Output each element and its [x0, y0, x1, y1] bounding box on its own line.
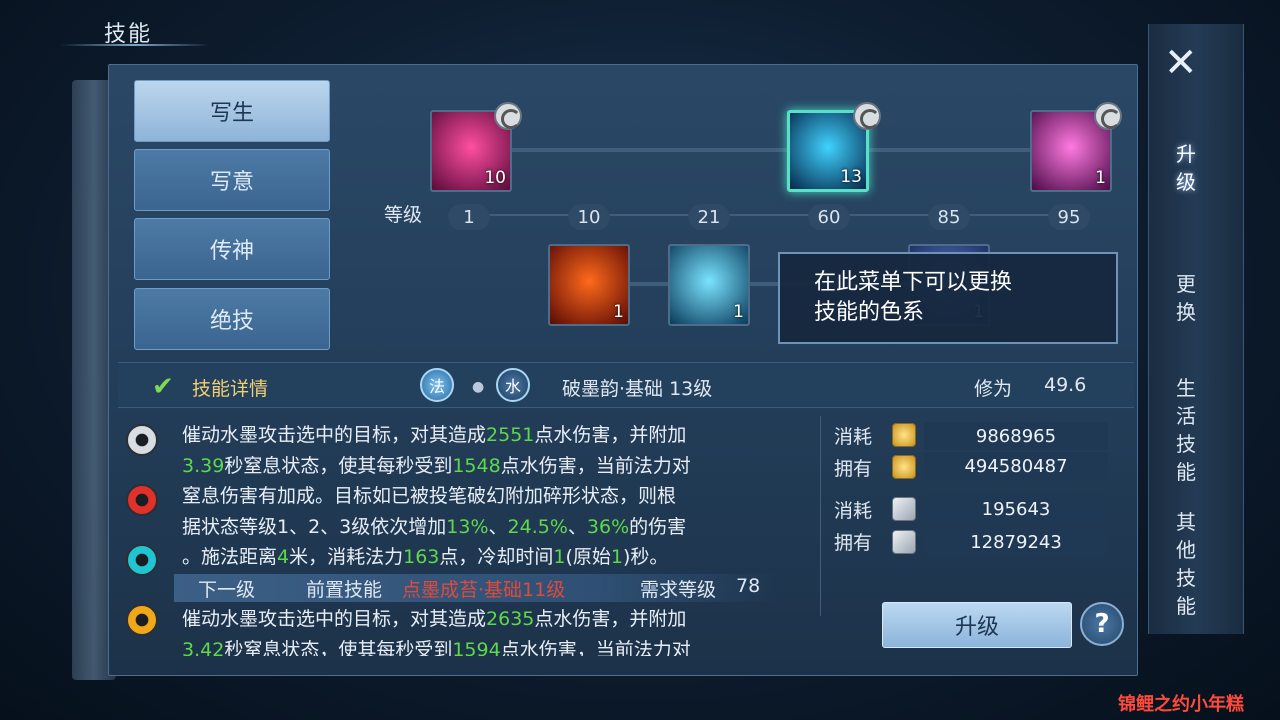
- owned-label: 拥有: [834, 532, 873, 554]
- owned-label: 拥有: [834, 458, 873, 480]
- skill-level: 13: [840, 167, 862, 187]
- next-level-description: 催动水墨攻击选中的目标，对其造成2635点水伤害，并附加 3.42秒窒息状态，使…: [182, 604, 782, 656]
- skill-level: 1: [733, 302, 744, 322]
- tab-xiesheng[interactable]: 写生: [134, 80, 330, 142]
- tab-xieyi[interactable]: 写意: [134, 149, 330, 211]
- skill-detail-label[interactable]: 技能详情: [192, 374, 268, 401]
- watermark: 锦鲤之约小年糕: [1118, 694, 1244, 715]
- tree-level-line: [470, 214, 1070, 216]
- xiuwei-value: 49.6: [1044, 374, 1087, 396]
- side-tab-life-skills[interactable]: 生活技能: [1174, 374, 1198, 486]
- desc-line-3: 窒息伤害有加成。目标如已被投笔破幻附加碎形状态，则根: [182, 485, 677, 507]
- level-marker: 85: [928, 204, 970, 230]
- desc-line-2: 3.39秒窒息状态，使其每秒受到1548点水伤害，当前法力对: [182, 454, 691, 477]
- cost-label: 消耗: [834, 426, 873, 448]
- level-marker: 21: [688, 204, 730, 230]
- water-element-icon: 水: [496, 368, 530, 402]
- skill-name: 破墨韵·基础 13级: [562, 378, 713, 400]
- skill-icon-bottom-1[interactable]: 1: [548, 244, 630, 326]
- level-marker: 10: [568, 204, 610, 230]
- coin-icon: [892, 455, 916, 479]
- paper-icon: [892, 530, 916, 554]
- side-tab-change[interactable]: 更换: [1174, 270, 1198, 326]
- side-tab-other-skills[interactable]: 其他技能: [1174, 508, 1198, 620]
- skill-level: 1: [613, 302, 624, 322]
- section-divider: [820, 416, 821, 616]
- title-underline: [60, 44, 210, 46]
- separator-dot: ●: [472, 379, 485, 395]
- prereq-label: 前置技能: [306, 579, 383, 601]
- tab-chuanshen[interactable]: 传神: [134, 218, 330, 280]
- coin-cost-value: 9868965: [924, 422, 1108, 450]
- close-icon[interactable]: ✕: [1164, 40, 1198, 86]
- tree-top-line: [470, 148, 1070, 152]
- skill-description: 催动水墨攻击选中的目标，对其造成2551点水伤害，并附加 3.39秒窒息状态，使…: [182, 420, 782, 573]
- tooltip-line-2: 技能的色系: [814, 300, 925, 325]
- swirl-icon: [853, 102, 881, 130]
- req-level-label: 需求等级: [640, 579, 717, 601]
- next-desc-line-2: 3.42秒窒息状态，使其每秒受到1594点水伤害，当前法力对: [182, 638, 691, 657]
- skill-icon-bottom-2[interactable]: 1: [668, 244, 750, 326]
- level-marker: 95: [1048, 204, 1090, 230]
- skill-level: 10: [484, 168, 506, 188]
- next-desc-line-1: 催动水墨攻击选中的目标，对其造成2635点水伤害，并附加: [182, 608, 687, 630]
- color-scheme-red[interactable]: [126, 484, 158, 516]
- prereq-value: 点墨成苔·基础11级: [402, 579, 566, 601]
- tab-jueji[interactable]: 绝技: [134, 288, 330, 350]
- cost-label: 消耗: [834, 500, 873, 522]
- paper-owned-value: 12879243: [924, 528, 1108, 556]
- desc-line-4: 据状态等级1、2、3级依次增加13%、24.5%、36%的伤害: [182, 515, 687, 538]
- help-button[interactable]: ?: [1080, 602, 1124, 646]
- level-marker: 60: [808, 204, 850, 230]
- color-scheme-white[interactable]: [126, 424, 158, 456]
- desc-line-5: 。施法距离4米，消耗法力163点，冷却时间1(原始1)秒。: [182, 546, 669, 568]
- color-change-tooltip: 在此菜单下可以更换 技能的色系: [778, 252, 1118, 344]
- color-scheme-orange[interactable]: [126, 604, 158, 636]
- level-marker: 1: [448, 204, 490, 230]
- swirl-icon: [494, 102, 522, 130]
- next-level-label: 下一级: [198, 579, 256, 601]
- skill-level: 1: [1095, 168, 1106, 188]
- tooltip-line-1: 在此菜单下可以更换: [814, 270, 1013, 295]
- coin-owned-value: 494580487: [924, 452, 1108, 480]
- color-scheme-cyan[interactable]: [126, 544, 158, 576]
- coin-icon: [892, 423, 916, 447]
- level-label: 等级: [384, 204, 423, 226]
- magic-element-icon: 法: [420, 368, 454, 402]
- side-tab-upgrade[interactable]: 升级: [1174, 140, 1198, 196]
- checkmark-icon: ✔: [152, 372, 174, 402]
- xiuwei-label: 修为: [974, 378, 1013, 400]
- swirl-icon: [1094, 102, 1122, 130]
- req-level-value: 78: [736, 575, 761, 597]
- paper-cost-value: 195643: [924, 495, 1108, 523]
- upgrade-button[interactable]: 升级: [882, 602, 1072, 648]
- desc-line-1: 催动水墨攻击选中的目标，对其造成2551点水伤害，并附加: [182, 424, 687, 446]
- paper-icon: [892, 497, 916, 521]
